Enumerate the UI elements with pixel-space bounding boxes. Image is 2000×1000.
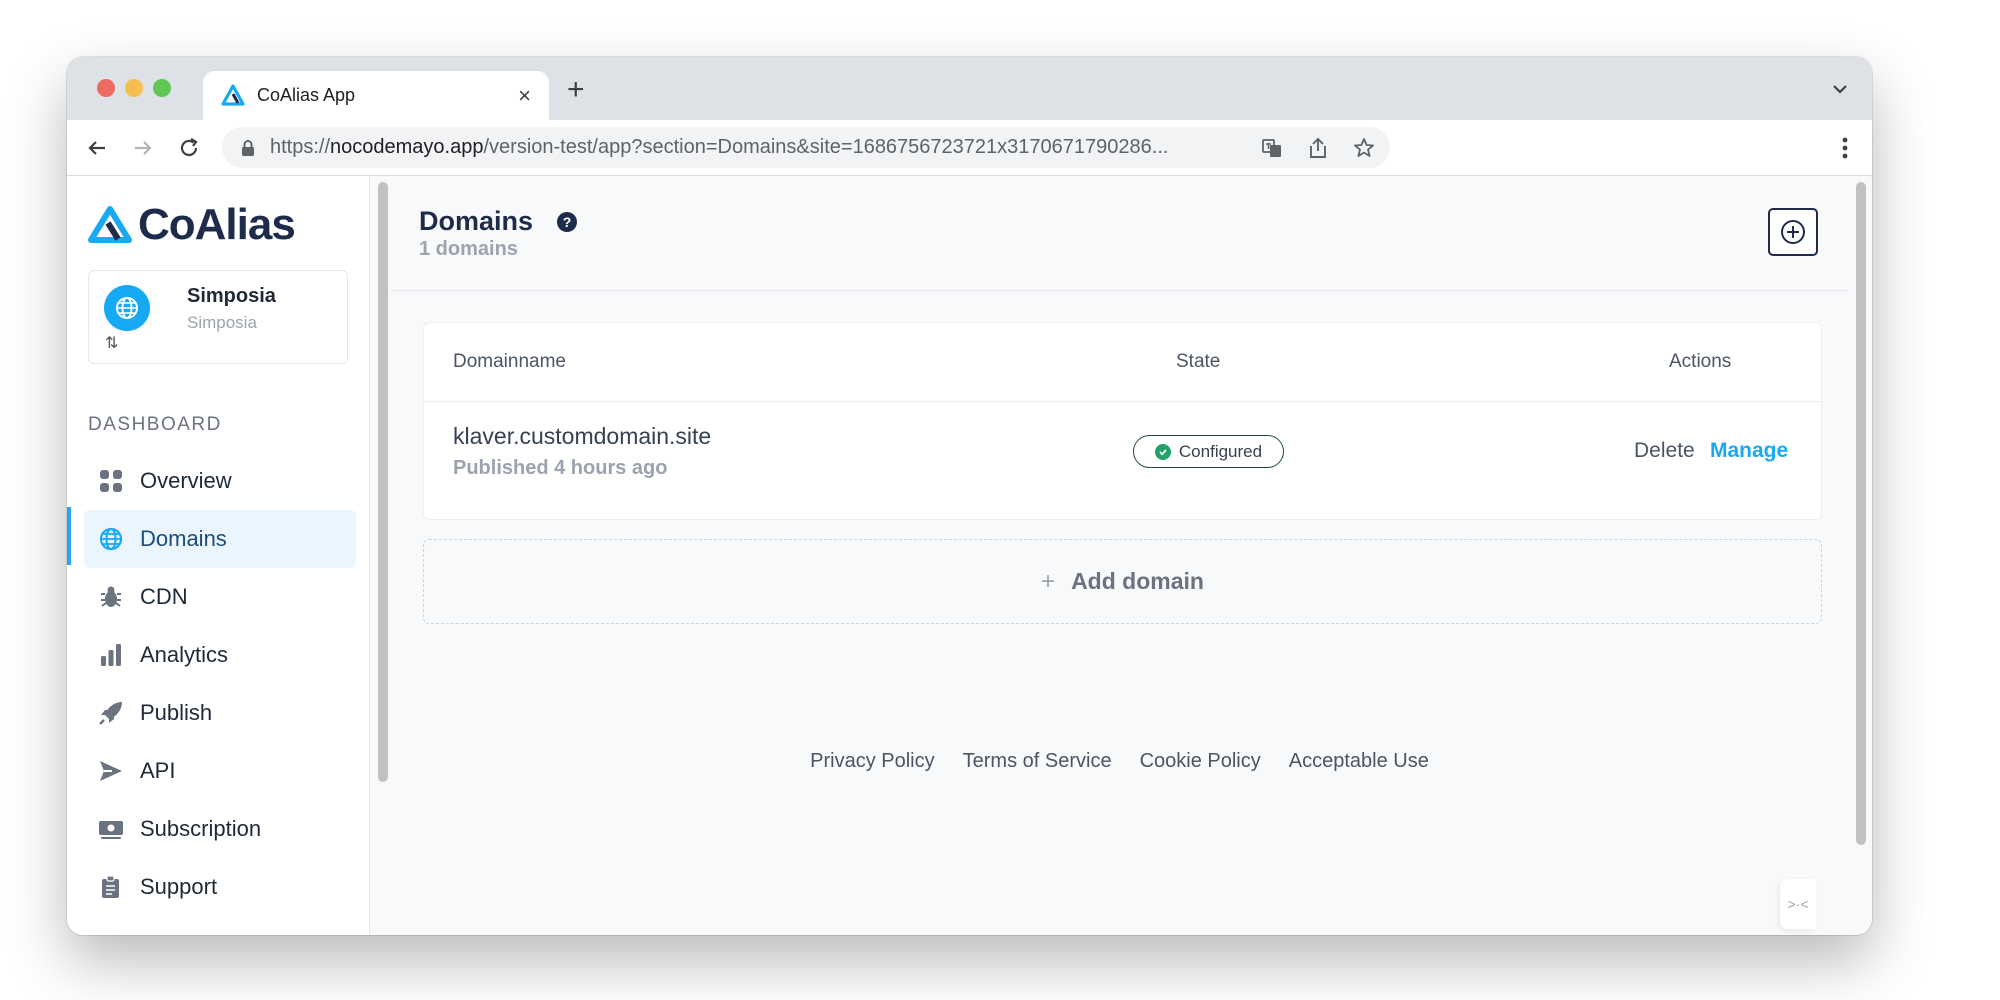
sidebar-item-domains[interactable]: Domains [84, 510, 356, 568]
column-header-actions: Actions [1669, 351, 1732, 372]
forward-arrow-icon[interactable] [131, 136, 155, 160]
acceptable-use-link[interactable]: Acceptable Use [1289, 750, 1429, 773]
help-icon[interactable]: ? [557, 212, 577, 232]
main-panel: Domains ? 1 domains Domainname State Act… [391, 176, 1848, 935]
sidebar: CoAlias Simposia Simposia ⇅ DASHBOARD Ov… [67, 176, 370, 935]
minimize-window-button[interactable] [125, 79, 143, 97]
active-indicator [67, 507, 71, 565]
published-time: Published 4 hours ago [453, 457, 668, 479]
check-circle-icon [1154, 443, 1171, 460]
logo-text: CoAlias [138, 200, 296, 249]
domain-name: klaver.customdomain.site [453, 423, 712, 449]
status-badge: Configured [1133, 435, 1284, 468]
sidebar-item-cdn[interactable]: CDN [84, 568, 356, 626]
page-header: Domains ? 1 domains [391, 176, 1848, 291]
back-arrow-icon[interactable] [85, 136, 109, 160]
page-title: Domains [419, 206, 534, 236]
chevron-down-icon[interactable] [1830, 79, 1850, 99]
header-divider [424, 401, 1821, 402]
add-domain-label: Add domain [1071, 568, 1204, 594]
coalias-favicon-icon [221, 83, 245, 106]
site-avatar [104, 285, 150, 331]
domain-count: 1 domains [419, 238, 518, 260]
page-content: CoAlias Simposia Simposia ⇅ DASHBOARD Ov… [67, 176, 1872, 935]
collapse-handle-icon[interactable]: >·< [1780, 879, 1816, 929]
site-subtitle: Simposia [187, 313, 257, 332]
coalias-logo-icon [88, 206, 132, 243]
sidebar-item-analytics[interactable]: Analytics [84, 626, 356, 684]
sidebar-item-subscription[interactable]: Subscription [84, 800, 356, 858]
sidebar-item-label: Support [140, 874, 218, 899]
swap-icon[interactable]: ⇅ [105, 333, 118, 353]
bug-icon [101, 586, 121, 607]
rocket-icon [99, 702, 122, 725]
reload-icon[interactable] [177, 136, 201, 160]
maximize-window-button[interactable] [153, 79, 171, 97]
sidebar-nav: Overview Domains CDN Analytics Publish A… [84, 452, 356, 916]
sidebar-scrollbar[interactable] [378, 182, 388, 782]
sidebar-item-label: Analytics [140, 642, 229, 667]
site-name: Simposia [187, 285, 276, 307]
browser-window: CoAlias App × + https://nocodemayo.app/v… [67, 57, 1872, 935]
site-switcher[interactable]: Simposia Simposia ⇅ [88, 270, 348, 364]
sidebar-item-label: Publish [140, 700, 213, 725]
sidebar-item-label: API [140, 758, 176, 783]
main-scrollbar[interactable] [1856, 182, 1866, 845]
more-options-icon[interactable] [1842, 137, 1848, 159]
clipboard-icon [102, 875, 119, 898]
sidebar-item-label: Subscription [140, 816, 262, 841]
plus-icon: + [1041, 567, 1056, 595]
sidebar-item-label: Overview [140, 468, 232, 493]
tab-strip: CoAlias App × + [67, 57, 1872, 120]
send-icon [100, 761, 122, 781]
manage-button[interactable]: Manage [1710, 439, 1788, 463]
bookmark-star-icon[interactable] [1352, 136, 1376, 160]
plus-circle-icon [1781, 220, 1805, 244]
share-icon[interactable] [1306, 136, 1330, 160]
column-header-domainname: Domainname [453, 351, 566, 372]
sidebar-item-support[interactable]: Support [84, 858, 356, 916]
domains-table: Domainname State Actions klaver.customdo… [423, 322, 1822, 520]
privacy-policy-link[interactable]: Privacy Policy [810, 750, 934, 773]
delete-button[interactable]: Delete [1634, 439, 1695, 463]
url-text: https://nocodemayo.app/version-test/app?… [270, 136, 1169, 158]
browser-tab[interactable]: CoAlias App × [203, 71, 549, 120]
browser-toolbar: https://nocodemayo.app/version-test/app?… [67, 120, 1872, 176]
section-label: DASHBOARD [88, 414, 222, 435]
footer-links: Privacy Policy Terms of Service Cookie P… [391, 750, 1848, 773]
translate-icon[interactable] [1260, 136, 1284, 160]
column-header-state: State [1176, 351, 1221, 372]
sidebar-item-label: Domains [140, 526, 227, 551]
globe-icon [116, 297, 138, 319]
add-domain-button[interactable]: + Add domain [423, 539, 1822, 624]
bar-chart-icon [101, 644, 121, 666]
globe-icon [99, 527, 123, 551]
terms-of-service-link[interactable]: Terms of Service [963, 750, 1112, 773]
sidebar-item-overview[interactable]: Overview [84, 452, 356, 510]
grid-icon [100, 470, 122, 492]
close-window-button[interactable] [97, 79, 115, 97]
status-text: Configured [1178, 441, 1263, 461]
address-bar[interactable]: https://nocodemayo.app/version-test/app?… [222, 127, 1390, 168]
add-domain-header-button[interactable] [1768, 208, 1818, 256]
tab-title: CoAlias App [257, 85, 356, 105]
lock-icon [242, 139, 254, 156]
cookie-policy-link[interactable]: Cookie Policy [1140, 750, 1261, 773]
sidebar-item-api[interactable]: API [84, 742, 356, 800]
money-icon [99, 821, 123, 839]
sidebar-item-publish[interactable]: Publish [84, 684, 356, 742]
tab-close-icon[interactable]: × [518, 84, 531, 107]
coalias-logo[interactable]: CoAlias [88, 200, 296, 250]
sidebar-item-label: CDN [140, 584, 188, 609]
new-tab-button[interactable]: + [567, 75, 585, 105]
